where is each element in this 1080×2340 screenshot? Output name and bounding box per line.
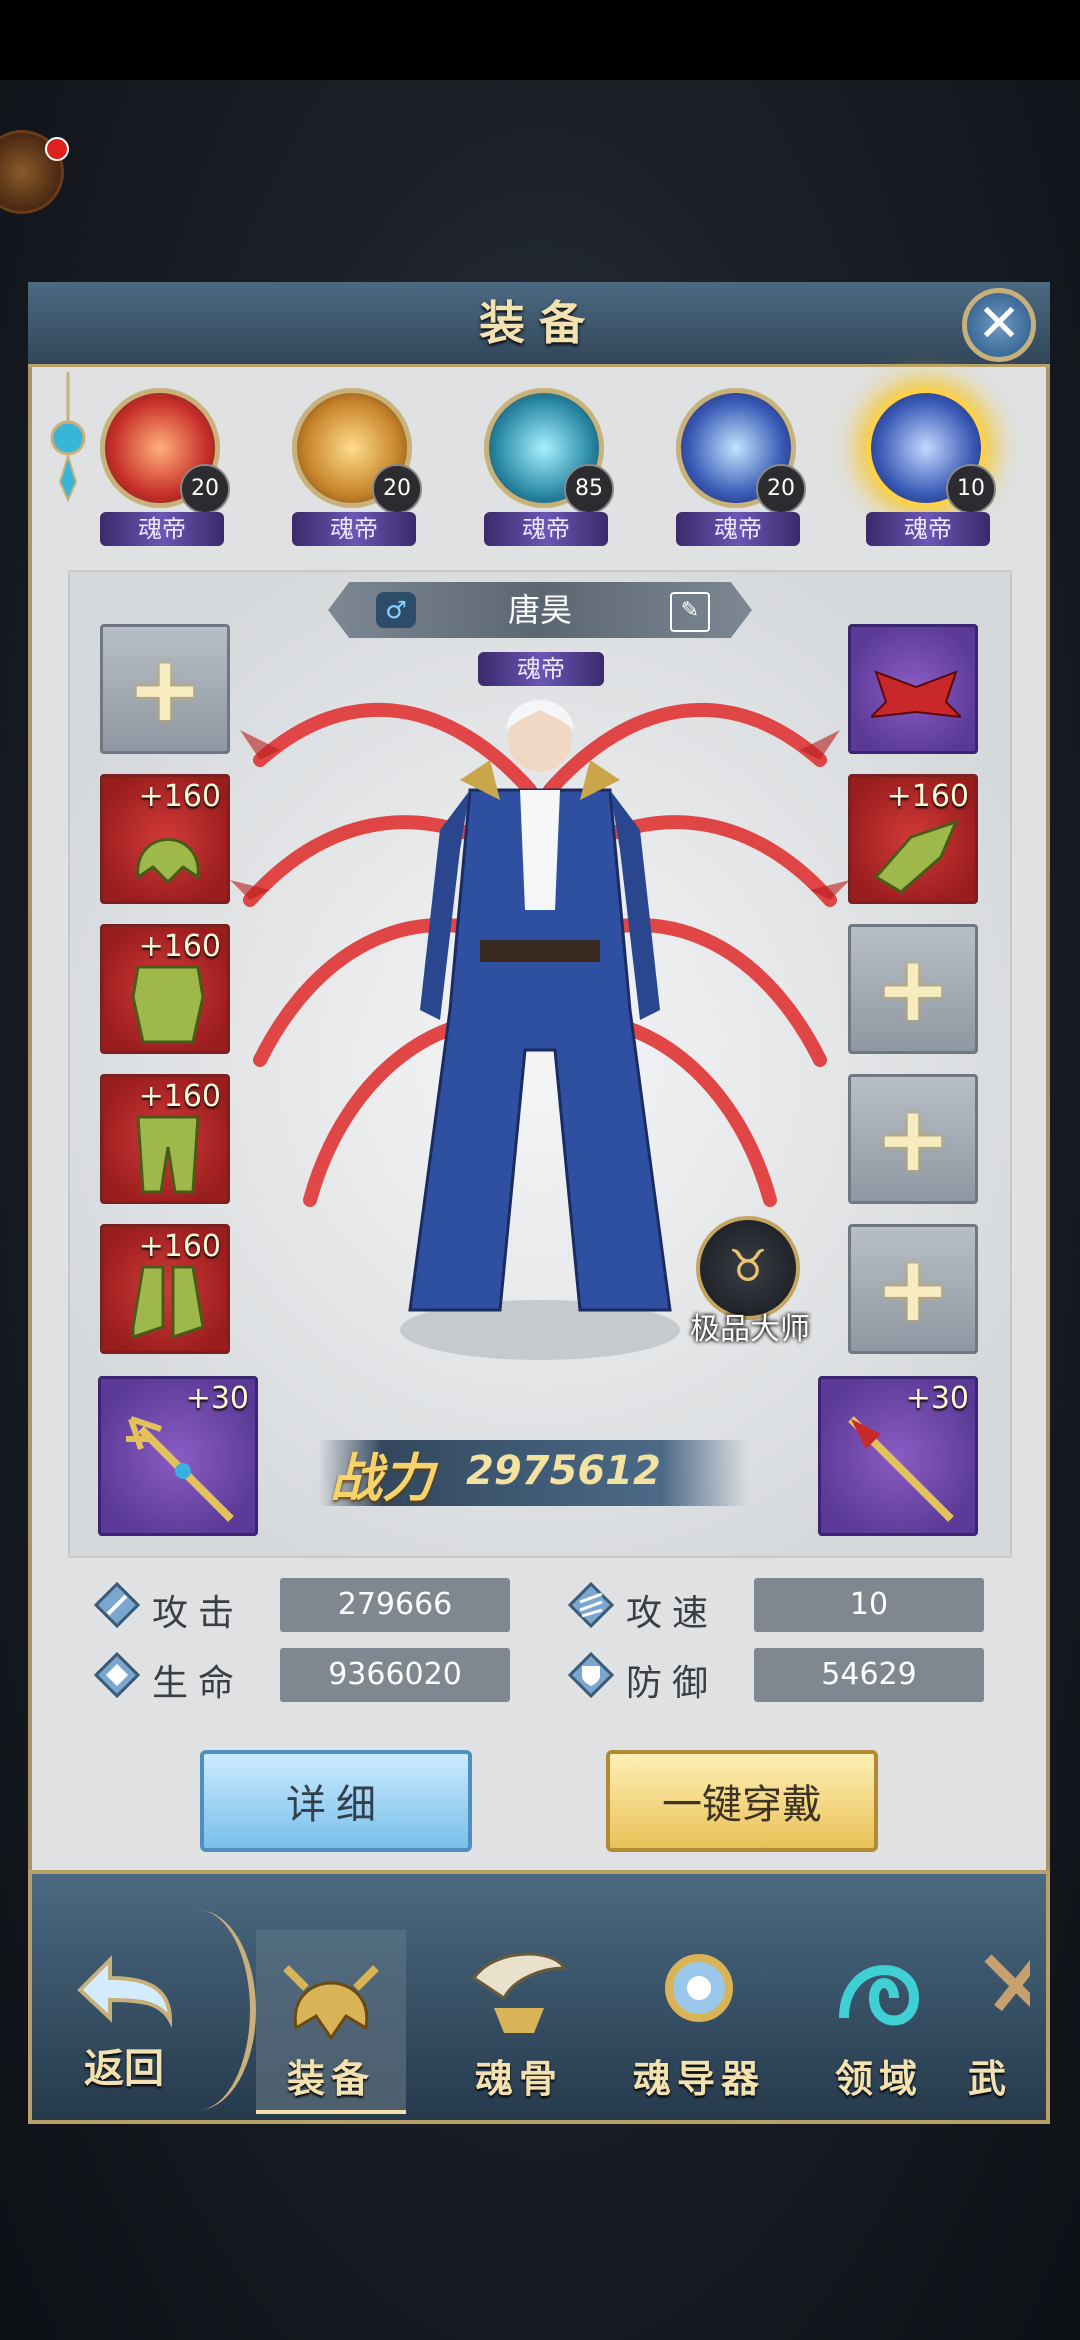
spirit-rank: 魂帝: [866, 512, 990, 546]
trident-icon: [126, 1416, 234, 1522]
health-icon: [94, 1652, 140, 1698]
character-rank: 魂帝: [478, 652, 604, 686]
enhance-level: +30: [185, 1381, 249, 1416]
equip-slot-wings[interactable]: [848, 624, 978, 754]
spirit-rank: 魂帝: [676, 512, 800, 546]
tab-soul-bone[interactable]: 魂骨: [444, 1930, 594, 2110]
spirit-rank: 魂帝: [292, 512, 416, 546]
spirit-level: 20: [180, 464, 230, 514]
enhance-level: +30: [905, 1381, 969, 1416]
character-name: 唐昊: [507, 591, 572, 629]
edit-name-icon[interactable]: ✎: [670, 592, 710, 632]
helmet-tab-icon: [283, 1965, 379, 2041]
attack-speed-label: 攻速: [626, 1593, 719, 1634]
title-bar: 装备: [28, 282, 1050, 367]
close-icon[interactable]: ✕: [962, 288, 1036, 362]
add-equipment-icon: +: [875, 1237, 951, 1342]
master-badge-label: 极品大师: [690, 1312, 810, 1347]
domain-icon: [839, 1965, 920, 2026]
notification-dot: [45, 137, 69, 161]
equip-slot-right-5[interactable]: +: [848, 1224, 978, 1354]
wings-icon: [871, 670, 961, 719]
spirit-level: 10: [946, 464, 996, 514]
attack-icon: [94, 1582, 140, 1628]
equip-slot-helmet[interactable]: +160: [100, 774, 230, 904]
spirit-rank: 魂帝: [100, 512, 224, 546]
equip-slot-weapon-right[interactable]: +30: [818, 1376, 978, 1536]
hanging-ornament-icon: [50, 372, 86, 502]
attack-label: 攻击: [152, 1593, 245, 1634]
tab-equipment[interactable]: 装备: [256, 1930, 406, 2114]
equip-slot-armor[interactable]: +160: [100, 924, 230, 1054]
equip-slot-right-3[interactable]: +: [848, 924, 978, 1054]
attack-speed-value: 10: [754, 1578, 984, 1632]
tab-martial[interactable]: 武: [968, 1930, 1030, 2110]
panel-title: 装备: [479, 296, 599, 350]
add-equipment-icon: +: [875, 1087, 951, 1192]
equip-slot-boots[interactable]: +160: [100, 1224, 230, 1354]
spirit-slot-5[interactable]: 10 魂帝: [866, 388, 996, 552]
power-value: 2975612: [466, 1448, 661, 1494]
tab-label: 魂导器: [632, 2057, 765, 2101]
character-model: [400, 700, 680, 1360]
soul-bone-icon: [471, 1952, 567, 2033]
spirit-slot-2[interactable]: 20 魂帝: [292, 388, 422, 552]
helmet-icon: [136, 838, 200, 885]
enhance-level: +160: [138, 779, 221, 814]
armor-icon: [131, 965, 205, 1044]
defense-value: 54629: [754, 1648, 984, 1702]
defense-icon: [568, 1652, 614, 1698]
spirit-slot-4[interactable]: 20 魂帝: [676, 388, 806, 552]
spear-icon: [848, 1416, 954, 1522]
tab-label: 武: [968, 2057, 1013, 2101]
spirit-slot-1[interactable]: 20 魂帝: [100, 388, 230, 552]
equip-slot-weapon-left[interactable]: +30: [98, 1376, 258, 1536]
equip-slot-right-4[interactable]: +: [848, 1074, 978, 1204]
soul-device-icon: [665, 1954, 733, 2022]
health-value: 9366020: [280, 1648, 510, 1702]
spirit-level: 20: [372, 464, 422, 514]
equip-slot-leggings[interactable]: +160: [100, 1074, 230, 1204]
spirit-rank: 魂帝: [484, 512, 608, 546]
equip-slot-gauntlet[interactable]: +160: [848, 774, 978, 904]
enhance-level: +160: [886, 779, 969, 814]
tab-label: 领域: [834, 2057, 923, 2101]
attack-value: 279666: [280, 1578, 510, 1632]
martial-icon: [984, 1954, 1030, 2012]
tab-soul-device[interactable]: 魂导器: [624, 1930, 774, 2110]
attack-speed-icon: [568, 1582, 614, 1628]
equip-slot-left-1[interactable]: +: [100, 624, 230, 754]
add-equipment-icon: +: [875, 937, 951, 1042]
spirit-level: 20: [756, 464, 806, 514]
add-equipment-icon: +: [127, 637, 203, 742]
equip-all-button[interactable]: 一键穿戴: [606, 1750, 878, 1852]
male-icon: ♂: [376, 592, 416, 628]
enhance-level: +160: [138, 1079, 221, 1114]
leggings-icon: [136, 1115, 200, 1194]
tab-label: 装备: [286, 2057, 375, 2101]
defense-label: 防御: [626, 1663, 719, 1704]
health-label: 生命: [152, 1663, 245, 1704]
boots-icon: [131, 1265, 205, 1340]
tab-label: 魂骨: [474, 2057, 563, 2101]
power-label: 战力: [330, 1449, 435, 1509]
nav-divider: [140, 1910, 256, 2110]
gauntlet-icon: [873, 819, 959, 894]
enhance-level: +160: [138, 929, 221, 964]
tab-domain[interactable]: 领域: [804, 1930, 954, 2110]
enhance-level: +160: [138, 1229, 221, 1264]
top-bar: [0, 0, 1080, 80]
spirit-level: 85: [564, 464, 614, 514]
detail-button[interactable]: 详细: [200, 1750, 472, 1852]
spirit-slot-3[interactable]: 85 魂帝: [484, 388, 614, 552]
